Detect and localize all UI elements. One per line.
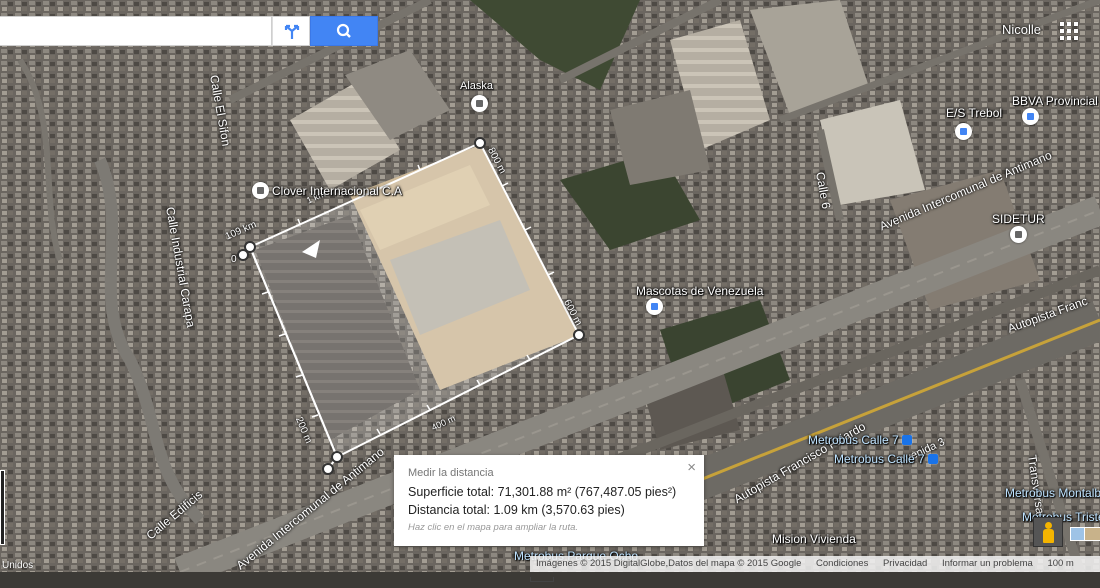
report-problem-link[interactable]: Informar un problema xyxy=(942,558,1033,569)
place-label[interactable]: Clover Internacional C.A xyxy=(272,184,402,198)
directions-icon xyxy=(284,24,300,39)
measure-vertex[interactable] xyxy=(322,463,334,475)
imagery-toggle[interactable] xyxy=(1066,521,1100,543)
apps-grid-icon[interactable] xyxy=(1060,22,1078,40)
map-footer: Imágenes © 2015 DigitalGlobe,Datos del m… xyxy=(530,556,1100,582)
bank-icon[interactable] xyxy=(1022,108,1039,125)
total-area: Superficie total: 71,301.88 m² (767,487.… xyxy=(408,485,677,499)
measure-distance-card: Medir la distancia Superficie total: 71,… xyxy=(394,455,704,546)
bus-stop-icon xyxy=(927,454,938,464)
place-label[interactable]: Mision Vivienda xyxy=(772,532,856,546)
gas-station-icon[interactable] xyxy=(955,123,972,140)
measure-vertex[interactable] xyxy=(573,329,585,341)
card-title: Medir la distancia xyxy=(408,467,494,479)
place-label[interactable]: BBVA Provincial xyxy=(1012,94,1098,108)
map-control[interactable] xyxy=(0,470,5,545)
segment-label: 0 xyxy=(231,254,237,265)
search-button[interactable] xyxy=(310,16,378,46)
bus-stop-icon xyxy=(901,435,912,445)
measure-vertex[interactable] xyxy=(237,249,249,261)
place-label[interactable]: Alaska xyxy=(460,80,493,92)
hotel-icon[interactable] xyxy=(471,95,488,112)
card-hint: Haz clic en el mapa para ampliar la ruta… xyxy=(408,522,579,533)
transit-label[interactable]: Metrobus Calle 7 xyxy=(808,433,912,447)
close-icon[interactable]: × xyxy=(687,459,696,476)
transit-label[interactable]: Metrobus Calle 7 xyxy=(834,452,938,466)
place-label[interactable]: E/S Trebol xyxy=(946,106,1002,120)
scale-label[interactable]: 100 m xyxy=(1047,558,1073,569)
account-name[interactable]: Nicolle xyxy=(1002,22,1041,37)
factory-icon[interactable] xyxy=(252,182,269,199)
place-label[interactable]: SIDETUR xyxy=(992,212,1045,226)
scale-bar xyxy=(530,576,554,582)
measure-vertex[interactable] xyxy=(331,451,343,463)
total-distance: Distancia total: 1.09 km (3,570.63 pies) xyxy=(408,503,625,517)
place-label[interactable]: Mascotas de Venezuela xyxy=(636,284,763,298)
terms-link[interactable]: Condiciones xyxy=(816,558,868,569)
privacy-link[interactable]: Privacidad xyxy=(883,558,927,569)
directions-button[interactable] xyxy=(272,16,310,46)
pegman-icon[interactable] xyxy=(1033,517,1063,547)
measure-vertex[interactable] xyxy=(474,137,486,149)
search-icon xyxy=(336,23,351,38)
search-input[interactable] xyxy=(0,16,272,46)
shop-icon[interactable] xyxy=(646,298,663,315)
country-label: Unidos xyxy=(2,560,34,571)
factory-icon[interactable] xyxy=(1010,226,1027,243)
imagery-credit: Imágenes © 2015 DigitalGlobe,Datos del m… xyxy=(536,558,802,569)
transit-label[interactable]: Metrobus Montalba xyxy=(1005,486,1100,500)
